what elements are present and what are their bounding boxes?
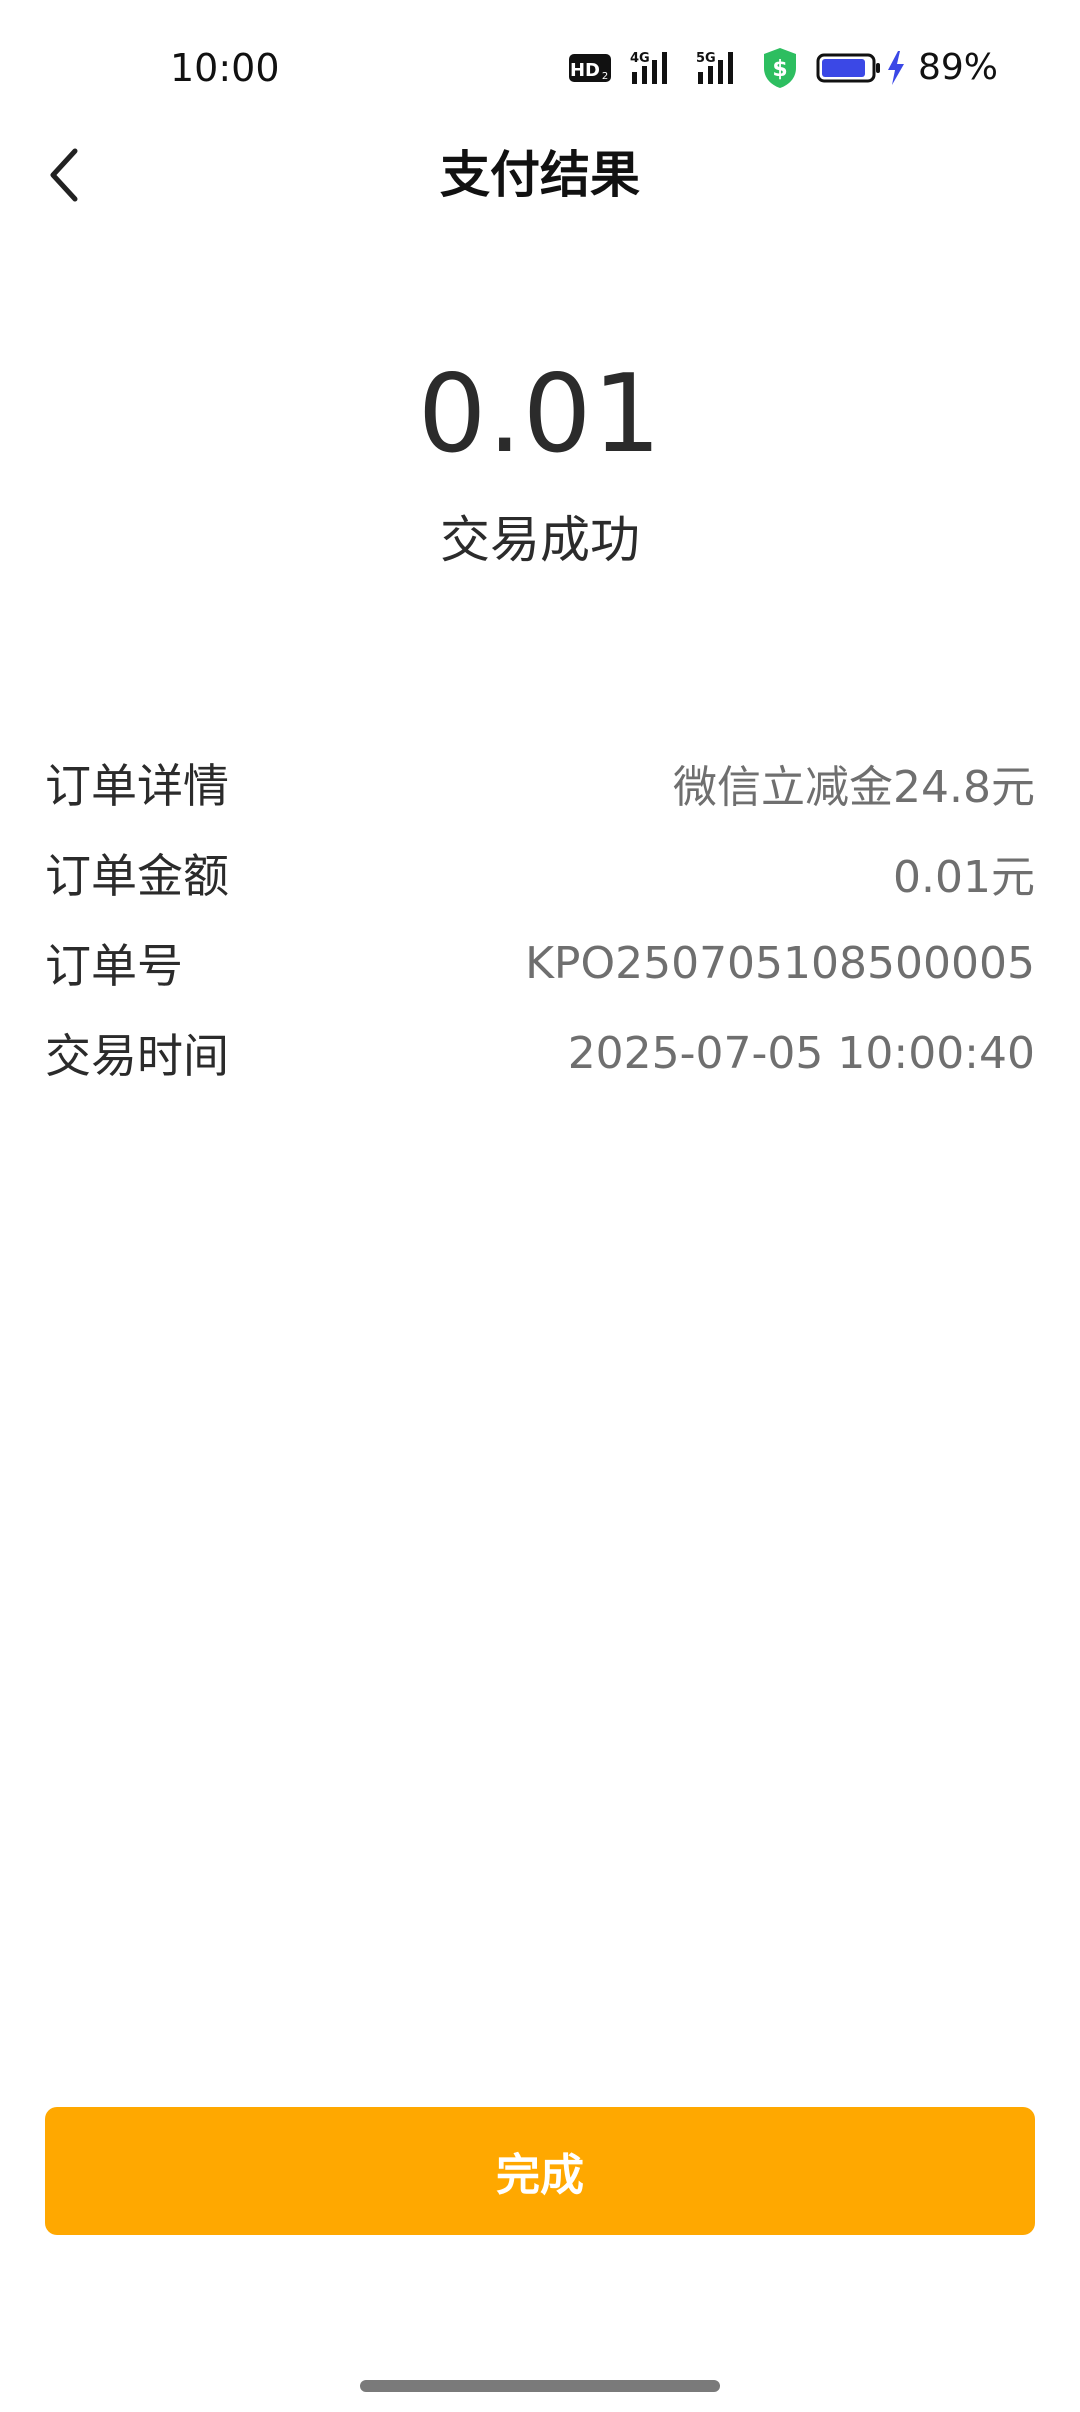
payment-amount: 0.01 bbox=[417, 352, 663, 477]
status-time: 10:00 bbox=[170, 46, 280, 90]
status-icons: HD 2 4G 5G $ 89% bbox=[568, 44, 998, 92]
detail-label: 订单金额 bbox=[45, 849, 229, 903]
detail-label: 订单详情 bbox=[45, 759, 229, 813]
shield-dollar-icon: $ bbox=[764, 48, 796, 88]
svg-text:$: $ bbox=[772, 57, 787, 82]
home-indicator[interactable] bbox=[360, 2380, 720, 2392]
detail-label: 交易时间 bbox=[45, 1029, 229, 1083]
hd-text: HD bbox=[570, 60, 600, 81]
charging-bolt-icon bbox=[888, 51, 904, 85]
detail-row-order-amount: 订单金额 0.01元 bbox=[45, 828, 1035, 918]
detail-value: 微信立减金24.8元 bbox=[673, 762, 1035, 813]
net2-text: 5G bbox=[696, 51, 716, 66]
detail-value: 2025-07-05 10:00:40 bbox=[567, 1027, 1035, 1079]
battery-percent: 89% bbox=[918, 47, 999, 88]
transaction-status: 交易成功 bbox=[440, 511, 640, 569]
signal-5g-icon: 5G bbox=[696, 51, 733, 84]
detail-label: 订单号 bbox=[45, 939, 183, 993]
detail-value: 0.01元 bbox=[893, 852, 1035, 903]
detail-row-order-info: 订单详情 微信立减金24.8元 bbox=[45, 738, 1035, 828]
battery-icon bbox=[816, 53, 880, 83]
detail-row-transaction-time: 交易时间 2025-07-05 10:00:40 bbox=[45, 1008, 1035, 1098]
page-title: 支付结果 bbox=[440, 146, 640, 204]
detail-row-order-number: 订单号 KPO250705108500005 bbox=[45, 918, 1035, 1008]
net1-text: 4G bbox=[630, 51, 650, 66]
detail-value: KPO250705108500005 bbox=[525, 937, 1035, 989]
nav-bar: 支付结果 bbox=[0, 130, 1080, 220]
done-button-label: 完成 bbox=[496, 2150, 584, 2201]
order-details: 订单详情 微信立减金24.8元 订单金额 0.01元 订单号 KPO250705… bbox=[45, 738, 1035, 1098]
status-bar: 10:00 HD 2 4G 5G $ 89% bbox=[0, 0, 1080, 136]
signal-4g-icon: 4G bbox=[630, 51, 667, 84]
hd-icon: HD 2 bbox=[569, 54, 611, 82]
done-button[interactable]: 完成 bbox=[45, 2107, 1035, 2235]
svg-text:2: 2 bbox=[602, 71, 608, 82]
